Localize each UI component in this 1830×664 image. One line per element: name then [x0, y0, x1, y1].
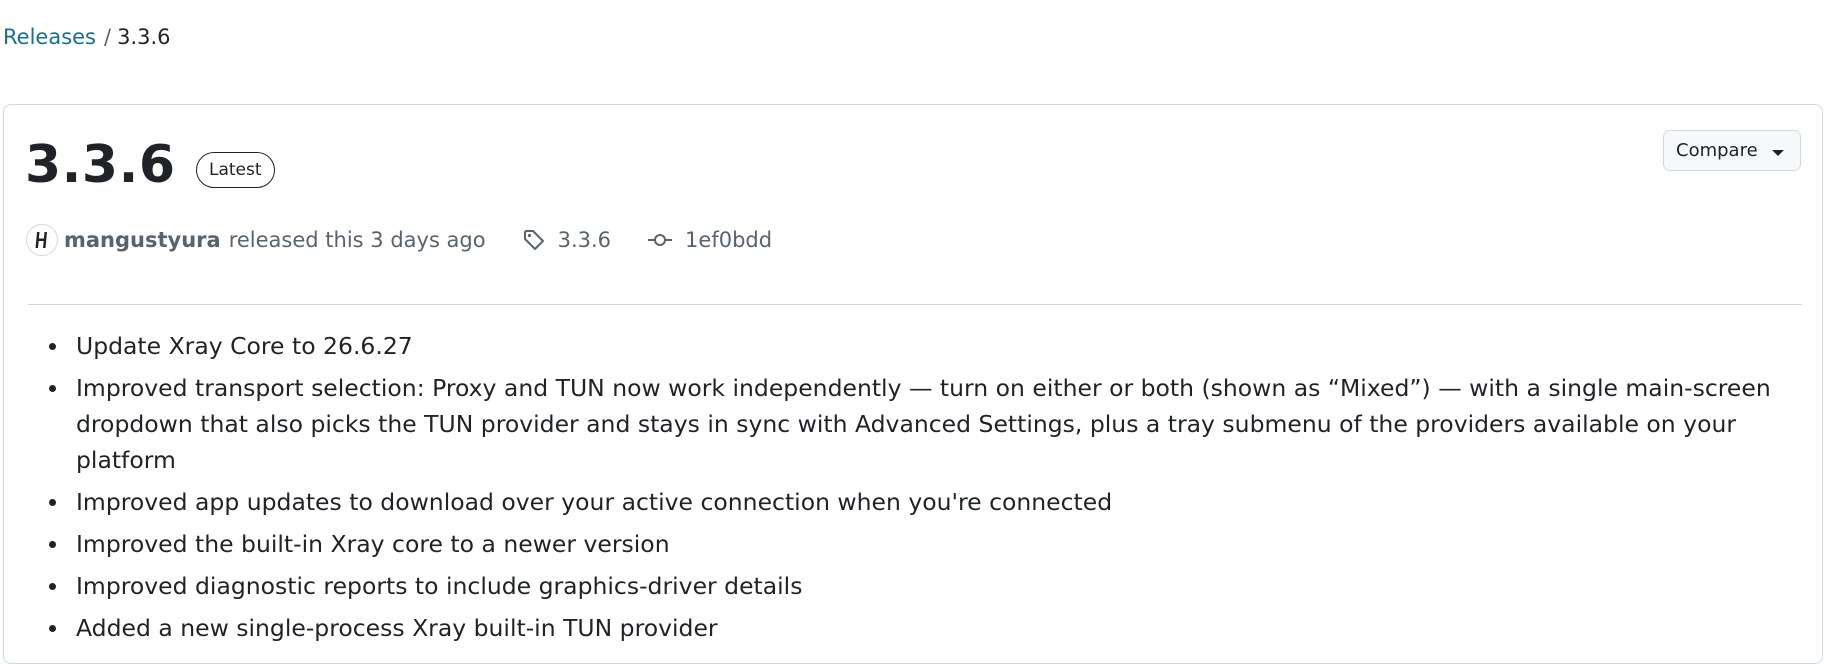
triangle-down-icon	[1771, 149, 1784, 156]
breadcrumb-releases-link[interactable]: Releases	[3, 25, 96, 49]
divider	[28, 304, 1802, 305]
commit-label: 1ef0bdd	[685, 228, 773, 252]
release-meta: mangustyura released this 3 days ago 3.3…	[26, 223, 772, 257]
tag-link[interactable]: 3.3.6	[522, 228, 611, 252]
latest-badge: Latest	[196, 152, 275, 188]
released-text: released this 3 days ago	[228, 228, 486, 252]
list-item: Improved transport selection: Proxy and …	[49, 370, 1830, 478]
commit-link[interactable]: 1ef0bdd	[647, 228, 772, 252]
release-title: 3.3.6	[25, 135, 176, 195]
breadcrumb-current: 3.3.6	[117, 25, 171, 49]
tag-icon	[523, 230, 544, 250]
list-item: Added a new single-process Xray built-in…	[49, 610, 1830, 646]
git-commit-icon	[648, 234, 673, 246]
compare-button-label: Compare	[1676, 140, 1758, 161]
author-link[interactable]: mangustyura	[64, 228, 221, 252]
breadcrumb-separator: /	[104, 25, 112, 49]
breadcrumb: Releases /3.3.6	[3, 22, 171, 52]
avatar[interactable]	[26, 224, 58, 256]
list-item: Update Xray Core to 26.6.27	[49, 328, 1830, 364]
list-item: Improved the built-in Xray core to a new…	[49, 526, 1830, 562]
list-item: Improved app updates to download over yo…	[49, 484, 1830, 520]
avatar-logo	[35, 232, 47, 248]
tag-label: 3.3.6	[557, 228, 612, 252]
list-item: Improved diagnostic reports to include g…	[49, 568, 1830, 604]
compare-button[interactable]: Compare	[1663, 130, 1801, 171]
release-notes-list: Update Xray Core to 26.6.27 Improved tra…	[0, 328, 1830, 652]
